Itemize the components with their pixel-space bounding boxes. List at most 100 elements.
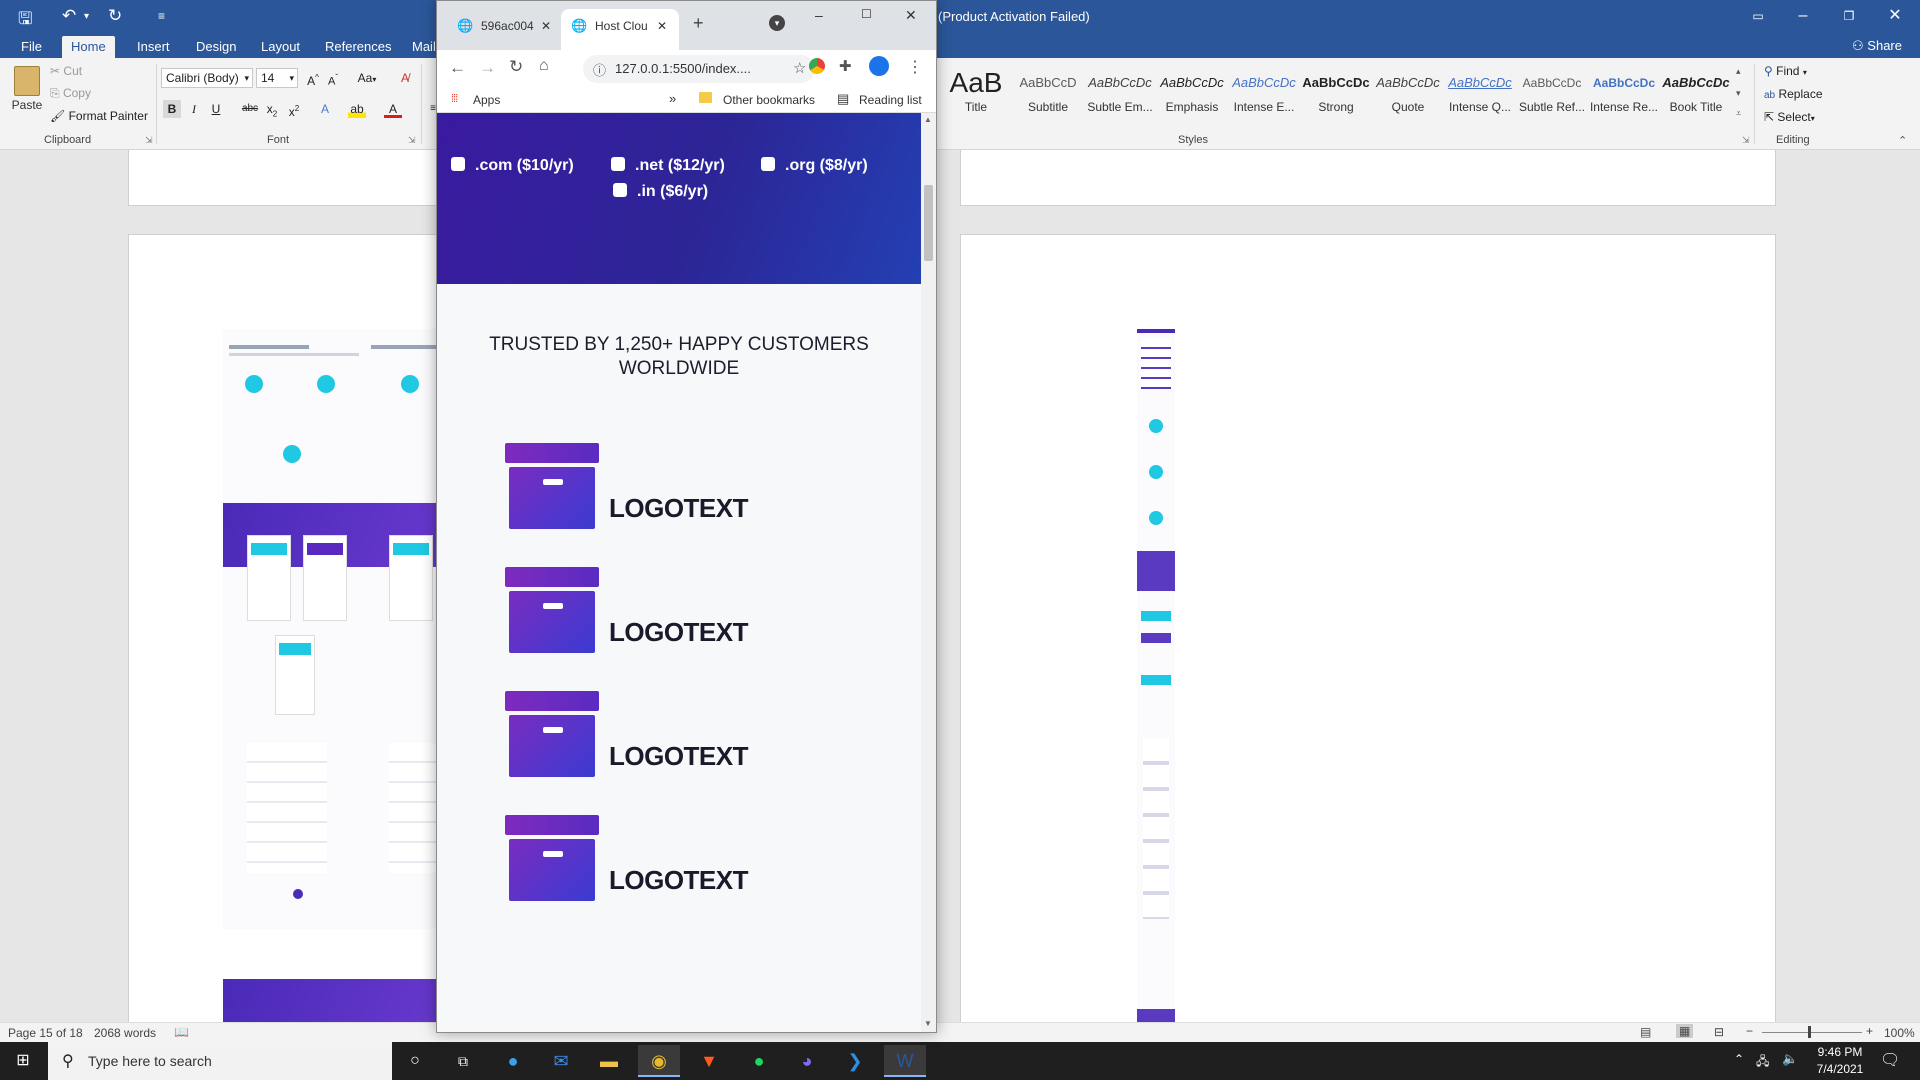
discord-icon[interactable]: ◕	[786, 1045, 828, 1077]
clock-date[interactable]: 7/4/2021	[1810, 1062, 1870, 1076]
style-quote[interactable]: AaBbCcDc Quote	[1372, 66, 1444, 124]
styles-more-icon[interactable]: ⩡	[1736, 108, 1741, 119]
read-mode-icon[interactable]: ▤	[1640, 1025, 1651, 1039]
clear-formatting-icon[interactable]: A̸	[396, 69, 414, 87]
info-icon[interactable]: ⓘ	[593, 60, 606, 79]
back-icon[interactable]: ←	[449, 58, 466, 78]
word-icon[interactable]: W	[884, 1045, 926, 1077]
customize-qat-icon[interactable]: ≡	[158, 9, 165, 23]
clipboard-launcher-icon[interactable]: ⇲	[145, 135, 153, 146]
save-icon[interactable]: 🖫	[18, 6, 32, 35]
file-explorer-icon[interactable]: ▬	[588, 1045, 630, 1077]
web-layout-icon[interactable]: ⊟	[1714, 1025, 1724, 1039]
restore-button[interactable]: ❐	[1826, 0, 1872, 34]
address-bar[interactable]: ⓘ 127.0.0.1:5500/index.... ☆	[583, 55, 815, 83]
style-emphasis[interactable]: AaBbCcDc Emphasis	[1156, 66, 1228, 124]
checkbox[interactable]	[611, 157, 625, 171]
select-button[interactable]: ⇱ Select▾	[1764, 110, 1815, 124]
style-intense-reference[interactable]: AaBbCcDc Intense Re...	[1588, 66, 1660, 124]
tab-home[interactable]: Home	[62, 36, 115, 58]
redo-icon[interactable]: ↻	[108, 6, 122, 26]
style-subtle-emphasis[interactable]: AaBbCcDc Subtle Em...	[1084, 66, 1156, 124]
style-subtle-reference[interactable]: AaBbCcDc Subtle Ref...	[1516, 66, 1588, 124]
page-scrollbar[interactable]: ▲ ▼	[921, 113, 936, 1032]
browser-tab-active[interactable]: 🌐 Host Clou ✕	[561, 9, 679, 50]
taskbar-search[interactable]: ⚲ Type here to search	[48, 1042, 392, 1080]
change-case-button[interactable]: Aa▾	[352, 69, 382, 87]
replace-button[interactable]: ab Replace	[1764, 87, 1823, 101]
cut-button[interactable]: ✂ Cut	[50, 64, 82, 78]
shrink-font-icon[interactable]: Aˇ	[324, 69, 342, 88]
close-button[interactable]: ✕	[905, 7, 917, 24]
domain-option-org[interactable]: .org ($8/yr)	[761, 157, 868, 175]
bookmark-star-icon[interactable]: ☆	[793, 59, 806, 77]
scroll-up-icon[interactable]: ▲	[924, 115, 932, 124]
reload-icon[interactable]: ↻	[509, 57, 523, 77]
bold-button[interactable]: B	[163, 100, 181, 118]
checkbox[interactable]	[451, 157, 465, 171]
text-effects-icon[interactable]: A	[316, 100, 334, 118]
brave-icon[interactable]: ▼	[688, 1045, 730, 1077]
style-book-title[interactable]: AaBbCcDc Book Title	[1660, 66, 1732, 124]
font-family-select[interactable]: Calibri (Body) ▾	[161, 68, 253, 88]
bookmarks-overflow[interactable]: »	[669, 91, 676, 106]
font-launcher-icon[interactable]: ⇲	[408, 135, 416, 146]
vscode-icon[interactable]: ❯	[834, 1045, 876, 1077]
scroll-down-icon[interactable]: ▼	[924, 1019, 932, 1028]
share-button[interactable]: ⚇ Share	[1852, 36, 1902, 56]
styles-scroll-down-icon[interactable]: ▾	[1736, 88, 1741, 99]
close-tab-icon[interactable]: ✕	[657, 9, 667, 43]
zoom-out-button[interactable]: −	[1746, 1024, 1753, 1038]
grow-font-icon[interactable]: A^	[304, 69, 322, 88]
proofing-icon[interactable]: 📖	[174, 1025, 189, 1039]
checkbox[interactable]	[613, 183, 627, 197]
mail-icon[interactable]: ✉	[540, 1045, 582, 1077]
network-icon[interactable]: 🖧	[1756, 1052, 1769, 1073]
browser-tab[interactable]: 🌐 596ac004 ✕	[445, 9, 561, 50]
style-title[interactable]: AaB Title	[940, 66, 1012, 124]
tab-search-icon[interactable]: ▾	[769, 15, 785, 31]
profile-avatar[interactable]	[869, 56, 889, 76]
close-tab-icon[interactable]: ✕	[541, 9, 551, 43]
find-button[interactable]: ⚲ Find ▾	[1764, 64, 1807, 78]
style-subtitle[interactable]: AaBbCcD Subtitle	[1012, 66, 1084, 124]
ribbon-display-icon[interactable]: ▭	[1735, 0, 1781, 34]
minimize-button[interactable]: –	[1780, 0, 1826, 34]
tab-file[interactable]: File	[12, 36, 51, 58]
notification-icon[interactable]: 🗨	[1880, 1050, 1900, 1070]
tab-references[interactable]: References	[316, 36, 400, 58]
maximize-button[interactable]: ☐	[861, 7, 872, 21]
domain-option-com[interactable]: .com ($10/yr)	[451, 157, 574, 175]
spotify-icon[interactable]: ●	[738, 1045, 780, 1077]
other-bookmarks[interactable]: Other bookmarks	[723, 93, 815, 107]
zoom-in-button[interactable]: +	[1866, 1024, 1873, 1038]
styles-launcher-icon[interactable]: ⇲	[1742, 135, 1750, 146]
tab-insert[interactable]: Insert	[128, 36, 179, 58]
style-intense-emphasis[interactable]: AaBbCcDc Intense E...	[1228, 66, 1300, 124]
paste-button[interactable]: Paste	[10, 66, 44, 126]
subscript-icon[interactable]: x2	[263, 100, 281, 118]
underline-button[interactable]: U	[207, 100, 225, 118]
tab-layout[interactable]: Layout	[252, 36, 309, 58]
undo-dropdown-icon[interactable]: ▾	[84, 11, 89, 22]
windows-start-icon[interactable]: ⊞	[2, 1045, 44, 1077]
zoom-level[interactable]: 100%	[1884, 1026, 1915, 1040]
strikethrough-icon[interactable]: abc	[241, 100, 259, 118]
home-icon[interactable]: ⌂	[539, 57, 549, 75]
document-page[interactable]	[960, 234, 1776, 1022]
italic-button[interactable]: I	[185, 100, 203, 118]
cortana-icon[interactable]: ○	[394, 1045, 436, 1077]
forward-icon[interactable]: →	[479, 58, 496, 78]
kebab-menu-icon[interactable]: ⋮	[907, 57, 923, 77]
format-painter-button[interactable]: 🖌 Format Painter	[50, 109, 148, 123]
highlight-icon[interactable]: ab	[348, 100, 366, 118]
style-strong[interactable]: AaBbCcDc Strong	[1300, 66, 1372, 124]
tab-design[interactable]: Design	[187, 36, 245, 58]
domain-option-in[interactable]: .in ($6/yr)	[613, 183, 708, 201]
scrollbar-thumb[interactable]	[924, 185, 933, 261]
puzzle-icon[interactable]: ✚	[839, 57, 852, 75]
close-button[interactable]: ✕	[1872, 0, 1918, 34]
zoom-slider[interactable]	[1762, 1032, 1862, 1033]
apps-bookmark[interactable]: Apps	[473, 93, 500, 107]
domain-option-net[interactable]: .net ($12/yr)	[611, 157, 725, 175]
